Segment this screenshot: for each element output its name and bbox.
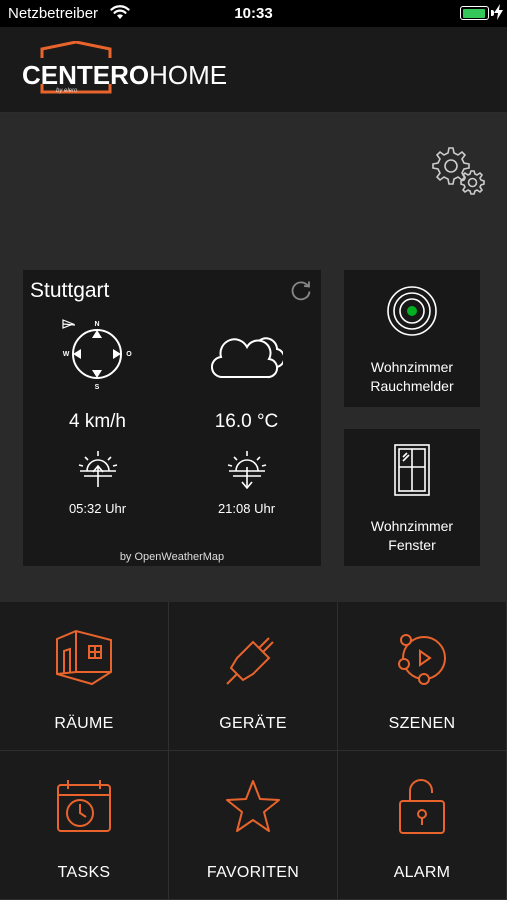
- window-icon: [344, 443, 480, 502]
- logo-light-text: HOME: [149, 60, 228, 90]
- menu-label: FAVORITEN: [206, 864, 300, 881]
- logo-bold-text: CENTERO: [22, 60, 150, 90]
- compass-west-label: W: [63, 351, 70, 358]
- compass-south-label: S: [95, 384, 100, 390]
- status-bar: Netzbetreiber 10:33: [0, 0, 507, 27]
- device-tile-smoke-detector[interactable]: Wohnzimmer Rauchmelder: [344, 270, 480, 407]
- menu-tile-scenes[interactable]: SZENEN: [338, 602, 507, 751]
- compass-east-label: O: [126, 351, 132, 358]
- device-name: Rauchmelder: [370, 378, 454, 394]
- menu-label: TASKS: [57, 864, 111, 881]
- menu-label: ALARM: [393, 864, 451, 881]
- clock: 10:33: [234, 5, 273, 22]
- weather-widget[interactable]: Stuttgart N S W O 4 km/h 16.0 °C 05:32 U…: [23, 270, 321, 566]
- weather-city: Stuttgart: [30, 279, 110, 302]
- sunset-icon: [227, 449, 267, 494]
- cloud-icon: [211, 325, 286, 386]
- battery-level: [462, 8, 486, 18]
- dashboard-main: Stuttgart N S W O 4 km/h 16.0 °C 05:32 U…: [0, 113, 507, 602]
- compass-icon: N S W O: [61, 318, 133, 395]
- sunrise-time: 05:32 Uhr: [68, 501, 127, 516]
- device-label: Wohnzimmer Rauchmelder: [344, 358, 480, 396]
- battery-icon: [460, 6, 489, 20]
- refresh-icon[interactable]: [290, 280, 312, 307]
- menu-tile-alarm[interactable]: ALARM: [338, 751, 507, 900]
- menu-label: GERÄTE: [219, 715, 287, 732]
- menu-tile-tasks[interactable]: TASKS: [0, 751, 169, 900]
- logo-wordmark: CENTEROHOME: [22, 60, 227, 91]
- smoke-detector-icon: [344, 284, 480, 343]
- settings-gears-icon[interactable]: [431, 145, 487, 197]
- plug-icon: [169, 628, 337, 693]
- device-room: Wohnzimmer: [370, 518, 454, 534]
- device-label: Wohnzimmer Fenster: [344, 517, 480, 555]
- device-tile-window[interactable]: Wohnzimmer Fenster: [344, 429, 480, 566]
- device-name: Fenster: [388, 537, 436, 553]
- temperature: 16.0 °C: [214, 411, 279, 432]
- rooms-icon: [0, 628, 168, 693]
- scenes-icon: [338, 628, 506, 693]
- main-menu-grid: RÄUME GERÄTE SZENEN TASKS FAVORITEN ALAR…: [0, 602, 507, 900]
- centero-home-logo: CENTEROHOME by elero: [22, 41, 227, 101]
- sunset-time: 21:08 Uhr: [217, 501, 276, 516]
- logo-subtitle: by elero: [56, 88, 78, 94]
- menu-label: RÄUME: [54, 715, 114, 732]
- lock-icon: [338, 777, 506, 842]
- menu-tile-rooms[interactable]: RÄUME: [0, 602, 169, 751]
- menu-tile-devices[interactable]: GERÄTE: [169, 602, 338, 751]
- device-room: Wohnzimmer: [370, 359, 454, 375]
- compass-north-label: N: [94, 321, 99, 328]
- calendar-clock-icon: [0, 777, 168, 842]
- sunrise-icon: [78, 449, 118, 494]
- wind-speed: 4 km/h: [68, 411, 127, 432]
- weather-credit: by OpenWeatherMap: [119, 551, 225, 563]
- star-icon: [169, 777, 337, 842]
- menu-label: SZENEN: [388, 715, 456, 732]
- charging-icon: [494, 4, 503, 25]
- app-header: CENTEROHOME by elero: [0, 27, 507, 113]
- menu-tile-favorites[interactable]: FAVORITEN: [169, 751, 338, 900]
